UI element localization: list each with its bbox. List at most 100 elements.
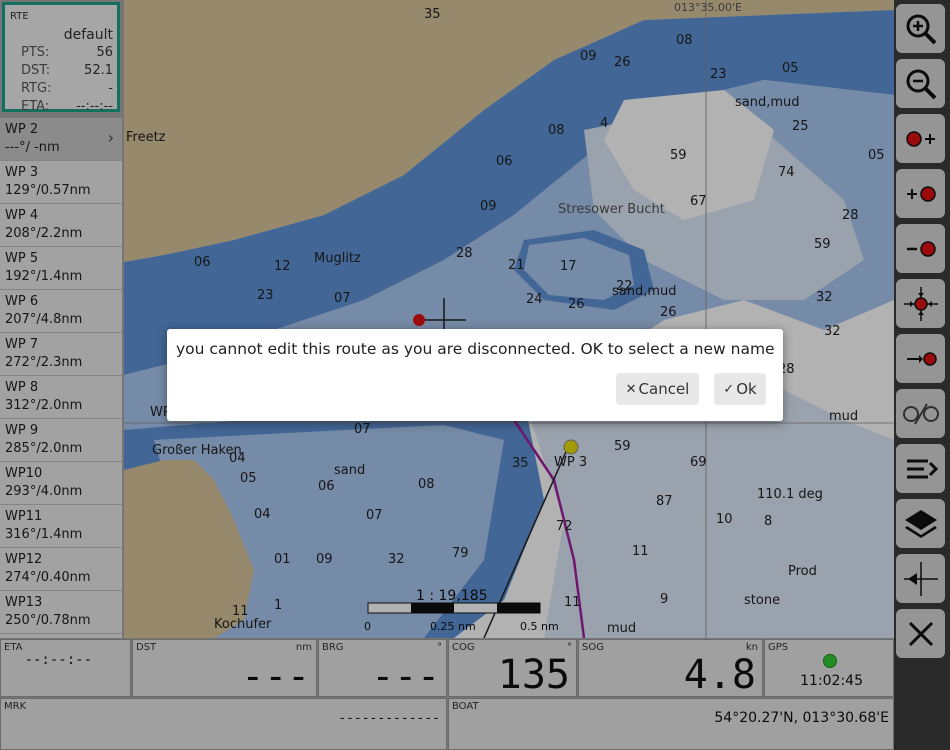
waypoint-item[interactable]: WP12 274°/0.40nm [0,548,122,591]
svg-text:07: 07 [354,422,371,437]
sog-panel[interactable]: SOG kn 4.8 [578,639,763,698]
svg-text:26: 26 [568,297,585,312]
route-info-panel[interactable]: RTE default PTS: 56 DST: 52.1 RTG: - ETA: --… [2,2,120,114]
svg-text:32: 32 [824,324,841,339]
svg-text:59: 59 [814,237,831,252]
svg-text:23: 23 [710,67,727,82]
svg-text:06: 06 [496,154,513,169]
route-stat-dst: DST: 52.1 [21,63,113,78]
nautical-chart[interactable]: 35 08 09 26 23 05 08 06 09 12 07 23 28 21 17 24 26 22… [124,0,894,638]
zoom-in-icon [906,14,936,44]
svg-text:04: 04 [254,507,271,522]
route-stat-pts: PTS: 56 [21,45,113,60]
cog-panel[interactable]: COG ° 135 [448,639,577,698]
zoom-out-button[interactable] [896,59,945,108]
route-header: RTE [10,11,29,22]
cancel-button[interactable]: ✕ Cancel [616,373,699,405]
svg-text:0.25 nm: 0.25 nm [430,620,476,633]
svg-text:67: 67 [690,194,707,209]
waypoint-item[interactable]: WP 5 192°/1.4nm [0,247,122,290]
close-button[interactable] [896,609,945,658]
close-icon [908,621,933,646]
waypoint-item[interactable]: WP 4 208°/2.2nm [0,204,122,247]
svg-text:08: 08 [676,33,693,48]
brg-value: --- [371,654,440,698]
route-invert-button[interactable] [896,389,945,438]
waypoint-item[interactable]: WP 6 207°/4.8nm [0,290,122,333]
waypoint-item[interactable]: WP 9 285°/2.0nm [0,419,122,462]
waypoint-item[interactable]: WP 3 129°/0.57nm [0,161,122,204]
svg-text:05: 05 [240,471,257,486]
mrk-value: ------------- [338,711,440,726]
map-label-sandmud1: sand,mud [735,95,800,110]
svg-text:26: 26 [660,305,677,320]
center-button[interactable] [896,279,945,328]
map-label-prod: Prod [788,564,817,579]
check-icon: ✓ [723,381,735,397]
boat-panel[interactable]: BOAT 54°20.27'N, 013°30.68'E [448,698,894,750]
svg-text:09: 09 [316,552,333,567]
map-label-bucht: Stresower Bucht [558,202,665,217]
map-label-sand: sand [334,463,365,478]
svg-text:28: 28 [842,208,859,223]
waypoint-item[interactable]: WP 8 312°/2.0nm [0,376,122,419]
svg-text:06: 06 [318,479,335,494]
svg-text:0.5 nm: 0.5 nm [520,620,559,633]
sog-value: 4.8 [683,652,756,698]
zoom-out-icon [906,69,936,99]
gps-status-dot [823,654,837,668]
insert-waypoint-button[interactable] [896,169,945,218]
waypoint-item[interactable]: WP10 293°/4.0nm [0,462,122,505]
svg-text:09: 09 [480,199,497,214]
svg-text:1 : 19,185: 1 : 19,185 [416,588,488,604]
svg-text:07: 07 [366,508,383,523]
map-label-mud1: mud [829,409,858,424]
svg-text:08: 08 [548,123,565,138]
map-label-muglitz: Muglitz [314,251,361,266]
svg-text:11: 11 [564,595,581,610]
svg-text:01: 01 [274,552,291,567]
svg-text:59: 59 [670,148,687,163]
cog-value: 135 [497,652,570,698]
svg-text:59: 59 [614,439,631,454]
svg-text:0: 0 [364,620,371,633]
add-waypoint-button[interactable] [896,114,945,163]
svg-text:35: 35 [424,7,441,22]
dst-panel[interactable]: DST nm --- [132,639,317,698]
goto-waypoint-button[interactable] [896,334,945,383]
waypoint-item[interactable]: WP11 316°/1.4nm [0,505,122,548]
svg-text:07: 07 [334,291,351,306]
svg-text:24: 24 [526,292,543,307]
waypoint-list[interactable]: WP 2 ---°/ -nm › WP 3 129°/0.57nm WP 4 208°/… [0,118,122,638]
mrk-panel[interactable]: MRK ------------- [0,698,447,750]
svg-text:32: 32 [388,552,405,567]
layers-button[interactable] [896,499,945,548]
gps-panel[interactable]: GPS 11:02:45 [764,639,894,697]
route-invert-icon [902,402,939,425]
delete-waypoint-button[interactable] [896,224,945,273]
map-label-grosser-haken: Großer Haken [152,443,242,458]
map-label-sandmud2: sand,mud [612,284,677,299]
route-list-button[interactable] [896,444,945,493]
route-stat-rtg: RTG: - [21,81,113,96]
brg-panel[interactable]: BRG ° --- [318,639,447,698]
zoom-in-button[interactable] [896,4,945,53]
svg-text:35: 35 [512,456,529,471]
map-label-mud2: mud [607,621,636,636]
center-icon [903,286,938,321]
add-waypoint-icon [905,130,935,147]
waypoint-item[interactable]: WP 7 272°/2.3nm [0,333,122,376]
waypoint-item[interactable]: WP13 250°/0.78nm [0,591,122,634]
map-label-lon: 013°35.00'E [674,1,742,14]
eta-panel[interactable]: ETA --:--:-- [0,639,131,697]
svg-text:12: 12 [274,259,291,274]
marker-button[interactable] [896,554,945,603]
ok-button[interactable]: ✓ Ok [714,373,766,405]
map-label-stone: stone [744,593,780,608]
svg-text:79: 79 [452,546,469,561]
svg-text:05: 05 [868,148,885,163]
svg-text:32: 32 [816,290,833,305]
waypoint-item[interactable]: WP 2 ---°/ -nm › [0,118,122,161]
route-list-icon [906,459,938,478]
goto-waypoint-icon [906,351,937,366]
